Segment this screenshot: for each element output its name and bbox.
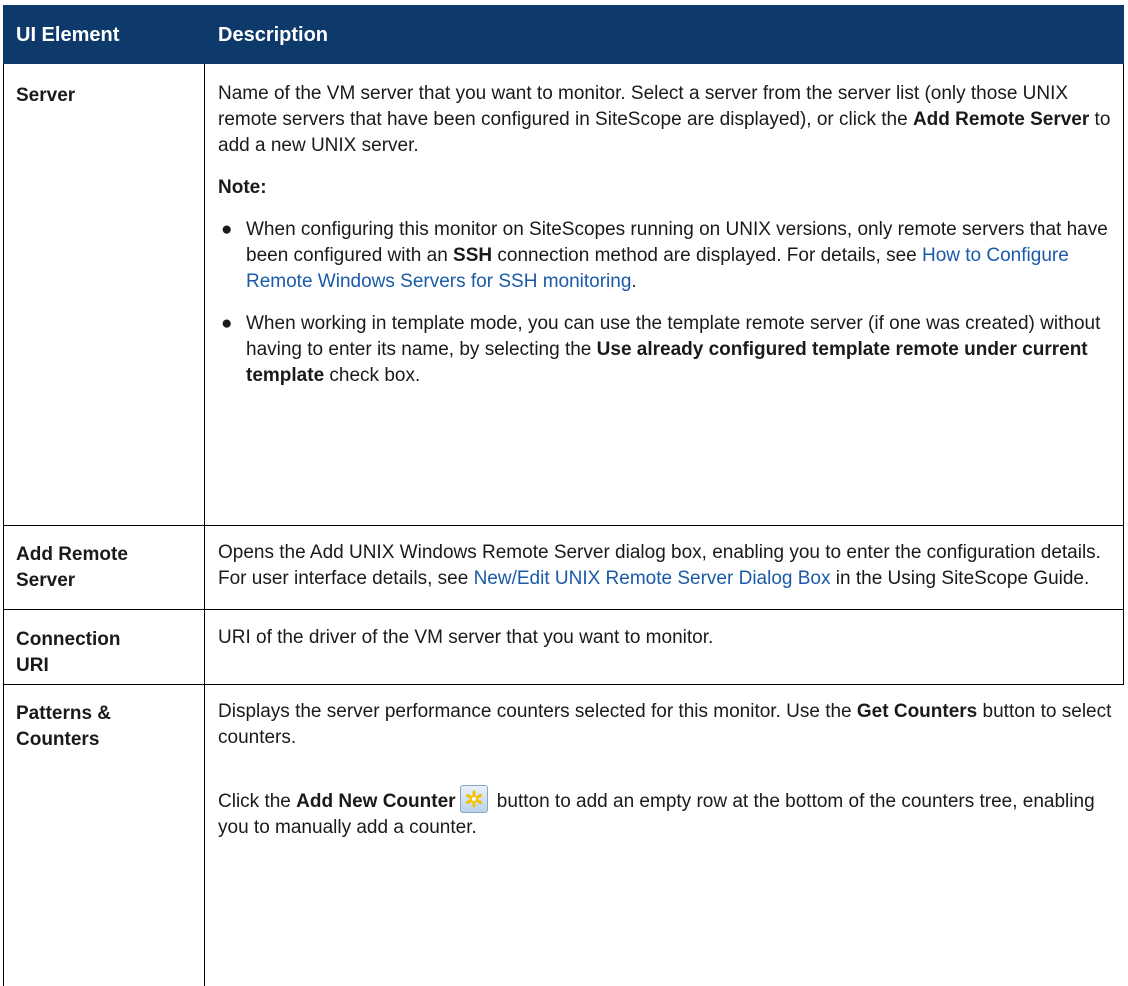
row-desc-connection-uri: URI of the driver of the VM server that … — [218, 625, 1114, 651]
asterisk-add-icon — [459, 785, 488, 813]
row-label-connection-uri: Connection URI — [16, 627, 121, 679]
row-label-add-remote-server: Add Remote Server — [16, 542, 128, 594]
row-label-patterns-counters: Patterns & Counters — [16, 701, 111, 753]
add-counter-description: Click the Add New Counter button to add … — [218, 785, 1114, 841]
label-line: Patterns & — [16, 703, 112, 724]
text-bold: SSH — [453, 245, 493, 266]
list-item: ● When configuring this monitor on SiteSc… — [218, 217, 1114, 295]
connection-description: URI of the driver of the VM server that … — [218, 627, 714, 648]
text: check box. — [324, 365, 421, 386]
text: connection method are displayed. For det… — [492, 245, 922, 266]
note-list: ● When configuring this monitor on SiteSc… — [218, 217, 1114, 389]
bullet-icon: ● — [221, 313, 233, 334]
header-ui-element: UI Element — [16, 24, 120, 46]
row-desc-server: Name of the VM server that you want to m… — [218, 81, 1114, 389]
text-bold: Get Counters — [856, 701, 978, 722]
bullet-icon: ● — [221, 219, 233, 240]
list-item: ● When working in template mode, you can … — [218, 311, 1114, 389]
table-header: UI Element Description — [3, 5, 1124, 64]
row-divider-3 — [3, 684, 1124, 685]
server-description: Name of the VM server that you want to m… — [218, 81, 1114, 159]
row-divider-2 — [3, 609, 1124, 610]
text-bold: Add Remote Server — [912, 109, 1090, 130]
row-desc-add-remote-server: Opens the Add UNIX Windows Remote Server… — [218, 540, 1114, 592]
label-line: Connection — [16, 629, 121, 650]
note-label: Note: — [218, 177, 267, 198]
row-divider-1 — [3, 525, 1124, 526]
label-line: Server — [16, 570, 76, 591]
label-line: URI — [16, 655, 49, 676]
row-desc-patterns-counters: Displays the server performance counters… — [218, 699, 1114, 841]
text: Click the — [218, 791, 297, 812]
text-bold: Add New Counter — [296, 791, 456, 812]
text: . — [631, 271, 637, 292]
label-line: Add Remote — [16, 544, 128, 565]
header-description: Description — [218, 24, 329, 46]
row-label-server: Server — [16, 85, 76, 106]
label-line: Counters — [16, 729, 100, 750]
text: in the Using SiteScope Guide. — [830, 568, 1090, 589]
patterns-description: Displays the server performance counters… — [218, 699, 1114, 751]
add-remote-description: Opens the Add UNIX Windows Remote Server… — [218, 540, 1114, 592]
remote-server-dialog-link[interactable]: New/Edit UNIX Remote Server Dialog Box — [474, 568, 831, 589]
border-right — [1123, 64, 1124, 684]
text: Displays the server performance counters… — [218, 701, 857, 722]
